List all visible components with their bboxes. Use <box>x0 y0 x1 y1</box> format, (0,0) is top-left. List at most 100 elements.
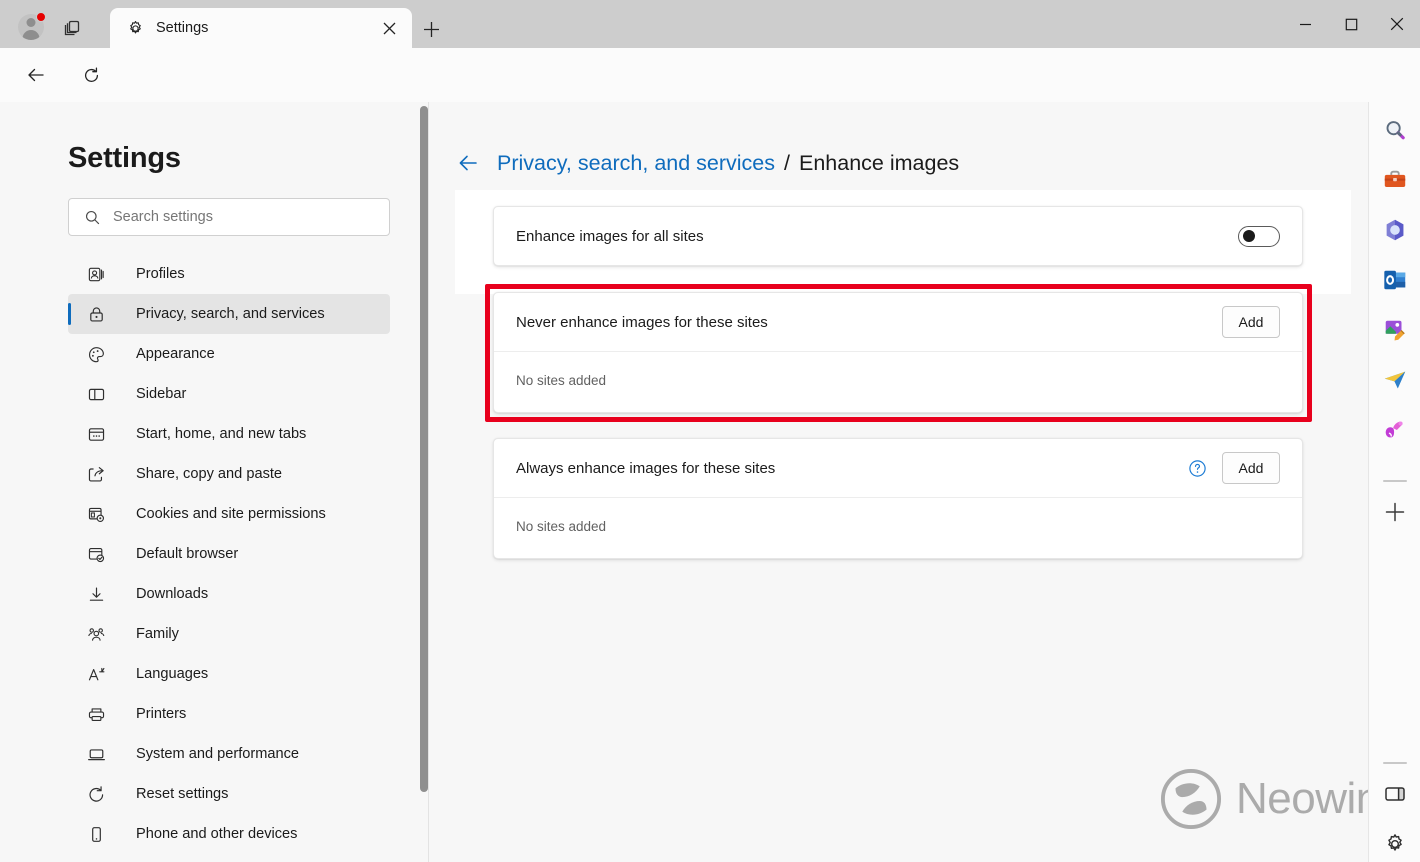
sidebar-item-label: Appearance <box>136 346 215 362</box>
neowin-logo-icon <box>1160 768 1222 830</box>
arrow-left-icon <box>26 65 46 85</box>
card-header-row: Always enhance images for these sites Ad… <box>494 439 1302 497</box>
share-icon <box>86 464 106 484</box>
back-button[interactable] <box>19 58 53 92</box>
reset-icon <box>86 784 106 804</box>
sidebar-item-label: System and performance <box>136 746 299 762</box>
sidebar-item-system-performance[interactable]: System and performance <box>68 734 390 774</box>
lock-icon <box>86 304 106 324</box>
sidebar-drop-icon[interactable] <box>1379 364 1411 396</box>
sidebar-item-sidebar[interactable]: Sidebar <box>68 374 390 414</box>
card-never-enhance-images: Never enhance images for these sites Add… <box>493 292 1303 413</box>
plus-icon <box>423 21 440 38</box>
languages-icon <box>86 664 106 684</box>
sidebar-item-label: Privacy, search, and services <box>136 306 325 322</box>
sidebar-item-share-copy-paste[interactable]: Share, copy and paste <box>68 454 390 494</box>
back-arrow-icon[interactable] <box>455 150 481 176</box>
sidebar-separator <box>1383 480 1407 482</box>
sidebar-icon <box>86 384 106 404</box>
system-icon <box>86 744 106 764</box>
sidebar-settings-icon[interactable] <box>1379 828 1411 860</box>
profiles-icon <box>86 264 106 284</box>
sidebar-item-reset-settings[interactable]: Reset settings <box>68 774 390 814</box>
close-icon[interactable] <box>376 15 402 41</box>
sidebar-toggle-icon[interactable] <box>1379 778 1411 810</box>
breadcrumb-current: Enhance images <box>799 151 959 176</box>
sidebar-item-family[interactable]: Family <box>68 614 390 654</box>
sidebar-item-cookies-site-permissions[interactable]: Cookies and site permissions <box>68 494 390 534</box>
browser-toolbar: Edge edge://settings/privacy/enhanceImag… <box>0 48 1420 102</box>
sidebar-item-label: Downloads <box>136 586 208 602</box>
card-always-enhance-images: Always enhance images for these sites Ad… <box>493 438 1303 559</box>
card-enhance-images-all-sites: Enhance images for all sites <box>493 206 1303 266</box>
workspaces-icon <box>62 16 84 38</box>
add-always-enhance-site-button[interactable]: Add <box>1222 452 1280 484</box>
sidebar-add-icon[interactable] <box>1379 496 1411 528</box>
new-tab-button[interactable] <box>416 14 446 44</box>
neowin-watermark-text: Neowin <box>1236 774 1380 824</box>
workspaces-button[interactable] <box>56 12 90 42</box>
sidebar-item-label: Cookies and site permissions <box>136 506 326 522</box>
sidebar-item-profiles[interactable]: Profiles <box>68 254 390 294</box>
neowin-watermark: Neowin <box>1160 768 1380 830</box>
breadcrumb-separator: / <box>784 151 790 176</box>
settings-sidebar: Settings Profi <box>0 102 422 862</box>
search-settings-box[interactable] <box>68 198 390 236</box>
sidebar-item-label: Phone and other devices <box>136 826 297 842</box>
sidebar-microsoft365-icon[interactable] <box>1379 214 1411 246</box>
search-input[interactable] <box>113 209 389 225</box>
refresh-button[interactable] <box>74 58 108 92</box>
start-home-icon <box>86 424 106 444</box>
sidebar-item-appearance[interactable]: Appearance <box>68 334 390 374</box>
sidebar-games-icon[interactable] <box>1379 414 1411 446</box>
add-never-enhance-site-button[interactable]: Add <box>1222 306 1280 338</box>
avatar <box>18 14 44 40</box>
cookies-icon <box>86 504 106 524</box>
card-title: Never enhance images for these sites <box>516 314 1222 331</box>
sidebar-item-label: Share, copy and paste <box>136 466 282 482</box>
sidebar-item-downloads[interactable]: Downloads <box>68 574 390 614</box>
notification-dot-icon <box>36 12 46 22</box>
sidebar-item-start-home-new-tabs[interactable]: Start, home, and new tabs <box>68 414 390 454</box>
card-header-row: Enhance images for all sites <box>494 207 1302 265</box>
card-header-row: Never enhance images for these sites Add <box>494 293 1302 351</box>
window-controls <box>1282 0 1420 48</box>
sidebar-item-phone-other-devices[interactable]: Phone and other devices <box>68 814 390 854</box>
sidebar-item-label: Reset settings <box>136 786 228 802</box>
page-title: Settings <box>68 142 181 175</box>
sidebar-item-label: Printers <box>136 706 186 722</box>
browser-tab-settings[interactable]: Settings <box>110 8 412 48</box>
default-browser-icon <box>86 544 106 564</box>
profile-button[interactable] <box>12 12 50 42</box>
sidebar-item-label: Languages <box>136 666 208 682</box>
never-enhance-empty-state: No sites added <box>494 351 1302 408</box>
maximize-button[interactable] <box>1328 0 1374 48</box>
sidebar-item-default-browser[interactable]: Default browser <box>68 534 390 574</box>
card-title: Enhance images for all sites <box>516 228 1238 245</box>
settings-nav-list: Profiles Privacy, search, and services <box>68 254 390 854</box>
sidebar-item-label: Sidebar <box>136 386 186 402</box>
minimize-button[interactable] <box>1282 0 1328 48</box>
palette-icon <box>86 344 106 364</box>
sidebar-item-label: Family <box>136 626 179 642</box>
sidebar-item-languages[interactable]: Languages <box>68 654 390 694</box>
breadcrumb-parent-link[interactable]: Privacy, search, and services <box>497 151 775 176</box>
close-button[interactable] <box>1374 0 1420 48</box>
sidebar-outlook-icon[interactable] <box>1379 264 1411 296</box>
sidebar-item-privacy-search-services[interactable]: Privacy, search, and services <box>68 294 390 334</box>
breadcrumb: Privacy, search, and services / Enhance … <box>455 150 959 176</box>
refresh-icon <box>82 66 101 85</box>
settings-scrollbar[interactable] <box>420 106 428 792</box>
help-circle-icon[interactable] <box>1186 457 1208 479</box>
sidebar-shopping-icon[interactable] <box>1379 164 1411 196</box>
sidebar-image-creator-icon[interactable] <box>1379 314 1411 346</box>
sidebar-bottom-separator <box>1383 762 1407 764</box>
search-icon <box>83 208 101 226</box>
phone-icon <box>86 824 106 844</box>
enhance-images-toggle[interactable] <box>1238 226 1280 247</box>
downloads-icon <box>86 584 106 604</box>
sidebar-search-icon[interactable] <box>1379 114 1411 146</box>
sidebar-item-printers[interactable]: Printers <box>68 694 390 734</box>
card-title: Always enhance images for these sites <box>516 460 1186 477</box>
tab-title: Settings <box>156 20 376 36</box>
